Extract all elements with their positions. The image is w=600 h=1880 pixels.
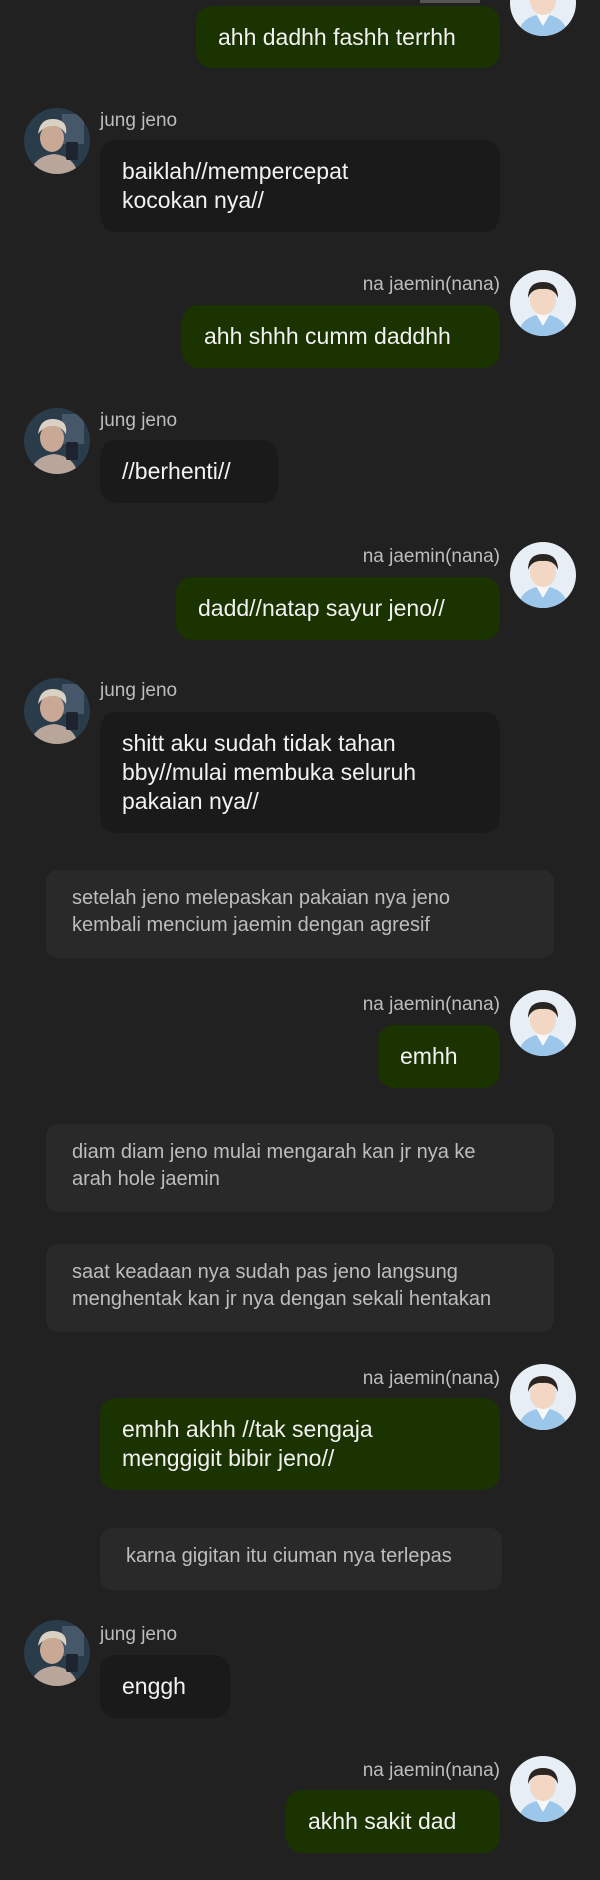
sender-name-jaemin: na jaemin(nana) bbox=[362, 274, 500, 295]
jaemin-avatar[interactable] bbox=[510, 542, 576, 608]
jeno-avatar[interactable] bbox=[24, 678, 90, 744]
jeno-avatar[interactable] bbox=[24, 408, 90, 474]
sender-name-jaemin: na jaemin(nana) bbox=[362, 1760, 500, 1781]
message-bubble-outgoing[interactable]: ahh dadhh fashh terrhh bbox=[196, 6, 500, 68]
jaemin-avatar-icon bbox=[510, 1756, 576, 1822]
jaemin-avatar-icon bbox=[510, 1364, 576, 1430]
jeno-avatar[interactable] bbox=[24, 1620, 90, 1686]
jaemin-avatar-icon bbox=[510, 990, 576, 1056]
jeno-avatar[interactable] bbox=[24, 108, 90, 174]
message-bubble-outgoing[interactable]: ahh shhh cumm daddhh bbox=[182, 305, 500, 368]
jeno-avatar-icon bbox=[24, 408, 90, 474]
jeno-avatar-icon bbox=[24, 108, 90, 174]
sender-name-jeno: jung jeno bbox=[100, 1624, 178, 1645]
status-bar-remnant bbox=[60, 0, 180, 6]
sender-name-jeno: jung jeno bbox=[100, 410, 178, 431]
narration-box: setelah jeno melepaskan pakaian nya jeno… bbox=[46, 870, 554, 958]
narration-box: diam diam jeno mulai mengarah kan jr nya… bbox=[46, 1124, 554, 1212]
jaemin-avatar-icon bbox=[510, 0, 576, 36]
narration-box: karna gigitan itu ciuman nya terlepas bbox=[100, 1528, 502, 1590]
jaemin-avatar[interactable] bbox=[510, 0, 576, 36]
jeno-avatar-icon bbox=[24, 1620, 90, 1686]
status-bar-remnant-right bbox=[420, 0, 480, 3]
jaemin-avatar[interactable] bbox=[510, 1756, 576, 1822]
message-bubble-outgoing[interactable]: emhh bbox=[378, 1025, 500, 1088]
message-bubble-incoming[interactable]: //berhenti// bbox=[100, 440, 278, 503]
sender-name-jaemin: na jaemin(nana) bbox=[362, 1368, 500, 1389]
jaemin-avatar[interactable] bbox=[510, 1364, 576, 1430]
jaemin-avatar[interactable] bbox=[510, 270, 576, 336]
sender-name-jaemin: na jaemin(nana) bbox=[362, 994, 500, 1015]
message-bubble-outgoing[interactable]: akhh sakit dad bbox=[286, 1790, 500, 1853]
sender-name-jeno: jung jeno bbox=[100, 110, 178, 131]
message-bubble-incoming[interactable]: shitt aku sudah tidak tahan bby//mulai m… bbox=[100, 712, 500, 833]
message-bubble-incoming[interactable]: enggh bbox=[100, 1655, 230, 1718]
jaemin-avatar[interactable] bbox=[510, 990, 576, 1056]
jeno-avatar-icon bbox=[24, 678, 90, 744]
jaemin-avatar-icon bbox=[510, 542, 576, 608]
sender-name-jeno: jung jeno bbox=[100, 680, 178, 701]
message-bubble-outgoing[interactable]: emhh akhh //tak sengaja menggigit bibir … bbox=[100, 1398, 500, 1490]
jaemin-avatar-icon bbox=[510, 270, 576, 336]
sender-name-jaemin: na jaemin(nana) bbox=[362, 546, 500, 567]
narration-box: saat keadaan nya sudah pas jeno langsung… bbox=[46, 1244, 554, 1332]
message-bubble-incoming[interactable]: baiklah//mempercepat kocokan nya// bbox=[100, 140, 500, 232]
message-bubble-outgoing[interactable]: dadd//natap sayur jeno// bbox=[176, 577, 500, 640]
